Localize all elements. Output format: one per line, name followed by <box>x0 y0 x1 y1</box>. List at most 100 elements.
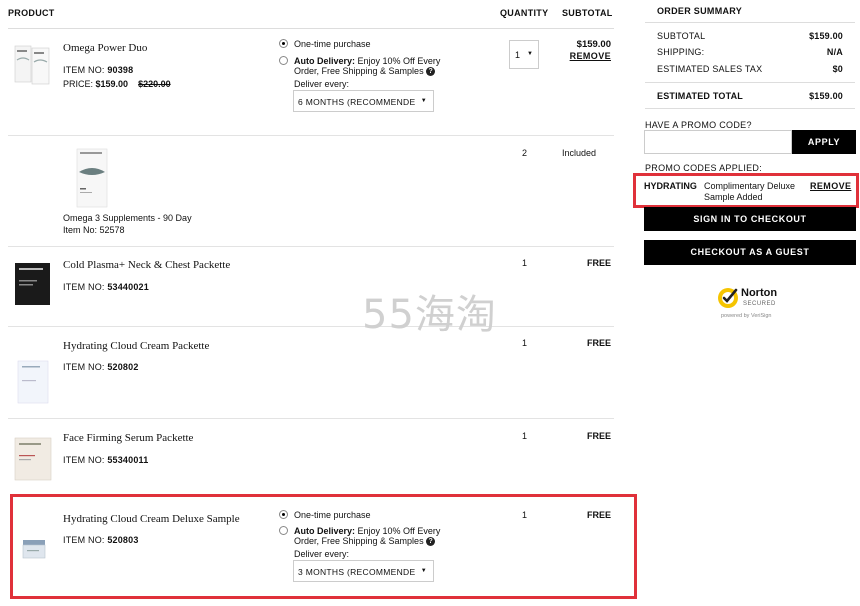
promo-code-name: HYDRATING <box>644 181 697 191</box>
apply-promo-button[interactable]: APPLY <box>792 130 856 154</box>
row-divider <box>8 246 614 247</box>
summary-divider <box>645 82 855 83</box>
item-number-label: Item No: <box>63 225 98 235</box>
auto-delivery-title: Auto Delivery: <box>294 526 356 536</box>
deliver-frequency-value: 6 MONTHS (RECOMMENDE <box>298 97 416 107</box>
summary-shipping-label: SHIPPING: <box>657 47 705 57</box>
product-thumbnail[interactable] <box>14 437 52 481</box>
auto-delivery-title: Auto Delivery: <box>294 56 356 66</box>
item-number-value: 520802 <box>107 362 139 372</box>
item-number: ITEM NO: 90398 <box>63 65 133 75</box>
item-number-label: ITEM NO: <box>63 362 105 372</box>
help-icon[interactable]: ? <box>426 537 436 547</box>
deliver-every-label: Deliver every: <box>294 549 350 559</box>
norton-secured-label: SECURED <box>743 301 776 307</box>
item-number: Item No: 52578 <box>63 225 125 235</box>
product-name[interactable]: Face Firming Serum Packette <box>63 432 193 444</box>
product-thumbnail[interactable] <box>17 360 49 404</box>
quantity-value: 1 <box>522 510 528 520</box>
summary-tax-row: ESTIMATED SALES TAX $0 <box>657 64 843 74</box>
item-number: ITEM NO: 53440021 <box>63 282 149 292</box>
line-subtotal: FREE <box>586 338 611 348</box>
auto-delivery-radio[interactable] <box>279 56 288 65</box>
product-thumbnail[interactable] <box>20 534 48 562</box>
quantity-select[interactable]: 1 ▼ <box>509 40 539 69</box>
deliver-frequency-value: 3 MONTHS (RECOMMENDE <box>298 567 416 577</box>
summary-tax-value: $0 <box>832 64 843 74</box>
chevron-down-icon: ▼ <box>420 98 427 104</box>
chevron-down-icon: ▼ <box>420 568 427 574</box>
summary-tax-label: ESTIMATED SALES TAX <box>657 64 763 74</box>
remove-item-link[interactable]: REMOVE <box>550 51 611 61</box>
norton-secured-badge[interactable]: Norton SECURED powered by VeriSign <box>717 285 785 323</box>
header-divider <box>8 28 614 29</box>
line-subtotal: $159.00 <box>576 39 611 50</box>
promo-code-question: HAVE A PROMO CODE? <box>645 120 752 130</box>
auto-delivery-label[interactable]: Auto Delivery: Enjoy 10% Off Every Order… <box>294 56 464 77</box>
summary-subtotal-value: $159.00 <box>809 31 843 41</box>
row-divider <box>8 418 614 419</box>
auto-delivery-label[interactable]: Auto Delivery: Enjoy 10% Off Every Order… <box>294 526 464 547</box>
quantity-value: 1 <box>522 338 528 348</box>
deliver-frequency-select[interactable]: 6 MONTHS (RECOMMENDE ▼ <box>293 90 434 112</box>
remove-promo-link[interactable]: REMOVE <box>810 181 851 191</box>
item-number-value: 52578 <box>99 225 125 235</box>
item-number: ITEM NO: 55340011 <box>63 455 148 465</box>
summary-subtotal-label: SUBTOTAL <box>657 31 706 41</box>
deliver-every-label: Deliver every: <box>294 79 350 89</box>
quantity-value: 1 <box>515 50 521 60</box>
item-number-label: ITEM NO: <box>63 282 105 292</box>
summary-divider <box>645 22 855 23</box>
quantity-value: 2 <box>522 148 528 158</box>
product-name[interactable]: Hydrating Cloud Cream Packette <box>63 340 209 352</box>
item-number-label: ITEM NO: <box>63 535 105 545</box>
item-number-value: 55340011 <box>107 455 149 465</box>
header-quantity: QUANTITY <box>500 8 549 18</box>
row-divider <box>8 135 614 136</box>
checkout-as-guest-button[interactable]: CHECKOUT AS A GUEST <box>644 240 856 265</box>
product-thumbnail[interactable] <box>14 262 51 306</box>
line-subtotal: FREE <box>586 431 611 441</box>
summary-shipping-row: SHIPPING: N/A <box>657 47 843 57</box>
norton-powered-by: powered by VeriSign <box>721 313 772 319</box>
product-thumbnail[interactable] <box>76 148 108 208</box>
auto-delivery-radio[interactable] <box>279 526 288 535</box>
item-number-label: ITEM NO: <box>63 65 105 75</box>
price-line: PRICE: $159.00 $220.00 <box>63 79 171 89</box>
summary-shipping-value: N/A <box>826 47 843 57</box>
item-number-value: 520803 <box>107 535 139 545</box>
one-time-purchase-radio[interactable] <box>279 510 288 519</box>
original-price: $220.00 <box>138 79 171 89</box>
line-subtotal: FREE <box>586 510 611 520</box>
item-number-value: 90398 <box>107 65 134 75</box>
line-subtotal: FREE <box>586 258 611 268</box>
summary-total-row: ESTIMATED TOTAL $159.00 <box>657 91 843 101</box>
product-name[interactable]: Hydrating Cloud Cream Deluxe Sample <box>63 513 240 525</box>
promo-codes-applied-label: PROMO CODES APPLIED: <box>645 163 763 173</box>
product-name[interactable]: Omega Power Duo <box>63 42 147 54</box>
item-number: ITEM NO: 520802 <box>63 362 139 372</box>
one-time-purchase-label[interactable]: One-time purchase <box>294 510 371 520</box>
deliver-frequency-select[interactable]: 3 MONTHS (RECOMMENDE ▼ <box>293 560 434 582</box>
header-product: PRODUCT <box>8 8 55 18</box>
line-subtotal: Included <box>562 148 597 158</box>
promo-code-input[interactable] <box>644 130 792 154</box>
product-name[interactable]: Omega 3 Supplements - 90 Day <box>63 213 192 223</box>
norton-brand: Norton <box>741 287 778 299</box>
price-label: PRICE: <box>63 79 94 89</box>
item-number: ITEM NO: 520803 <box>63 535 139 545</box>
one-time-purchase-radio[interactable] <box>279 39 288 48</box>
help-icon[interactable]: ? <box>426 67 436 77</box>
sign-in-to-checkout-button[interactable]: SIGN IN TO CHECKOUT <box>644 207 856 231</box>
quantity-value: 1 <box>522 258 528 268</box>
product-name[interactable]: Cold Plasma+ Neck & Chest Packette <box>63 259 230 271</box>
quantity-value: 1 <box>522 431 528 441</box>
one-time-purchase-label[interactable]: One-time purchase <box>294 39 371 49</box>
price-value: $159.00 <box>95 79 129 89</box>
item-number-value: 53440021 <box>107 282 149 292</box>
summary-subtotal-row: SUBTOTAL $159.00 <box>657 31 843 41</box>
header-subtotal: SUBTOTAL <box>562 8 613 18</box>
product-thumbnail[interactable] <box>13 44 51 86</box>
summary-divider <box>645 108 855 109</box>
summary-total-value: $159.00 <box>809 91 843 101</box>
